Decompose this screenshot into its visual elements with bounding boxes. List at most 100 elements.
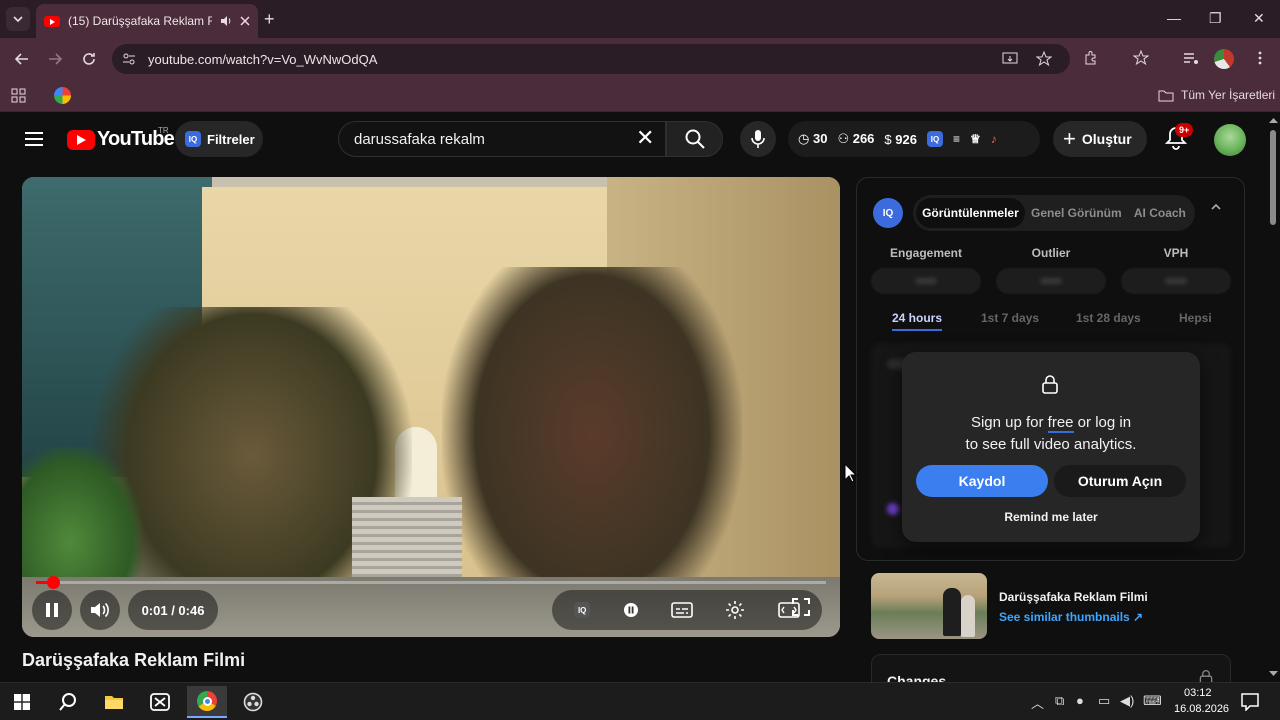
restore-button[interactable]: ❐ <box>1209 10 1222 27</box>
back-arrow-icon[interactable] <box>14 51 30 67</box>
alert-bell-icon[interactable]: ♪ <box>991 132 997 146</box>
site-info-icon[interactable] <box>122 52 136 66</box>
chevron-up-icon[interactable] <box>1211 203 1221 211</box>
panel-tabs: Görüntülenmeler Genel Görünüm AI Coach <box>913 195 1195 231</box>
vidiq-stats-bar[interactable]: ◷ 30 ⚇ 266 $ 926 IQ ≡ ♕ ♪ <box>788 121 1040 157</box>
keyboard-icon[interactable]: ⌨ <box>1143 693 1162 709</box>
tray-mic-icon[interactable]: ● <box>1076 693 1084 708</box>
more-menu-icon[interactable] <box>1252 50 1268 66</box>
volume-tray-icon[interactable]: ◀) <box>1120 693 1134 709</box>
youtube-logo-icon[interactable] <box>67 130 95 150</box>
volume-button[interactable] <box>80 590 120 630</box>
pause-icon <box>46 603 58 617</box>
subtitles-icon[interactable] <box>671 602 693 618</box>
reload-icon[interactable] <box>81 51 97 67</box>
obs-app-button[interactable] <box>233 686 273 718</box>
login-button[interactable]: Oturum Açın <box>1054 465 1186 497</box>
clear-search-icon[interactable]: ✕ <box>636 126 654 150</box>
install-app-icon[interactable] <box>1002 51 1018 67</box>
forward-arrow-icon[interactable] <box>47 51 63 67</box>
google-bookmark-icon[interactable] <box>54 87 71 104</box>
tab-ai-coach[interactable]: AI Coach <box>1128 206 1192 220</box>
signup-button[interactable]: Kaydol <box>916 465 1048 497</box>
thumbnail-title: Darüşşafaka Reklam Filmi <box>999 590 1148 604</box>
account-avatar[interactable] <box>1214 124 1246 156</box>
region-code: TR <box>158 126 169 135</box>
search-query: darussafaka rekalm <box>354 130 485 148</box>
notification-center-icon[interactable] <box>1241 693 1259 711</box>
time-display: 0:01 / 0:46 <box>128 590 218 630</box>
minimize-button[interactable]: — <box>1167 10 1181 26</box>
time-tab-all[interactable]: Hepsi <box>1179 311 1212 325</box>
tray-app-icon[interactable]: ⧉ <box>1055 693 1064 709</box>
vidiq-icon[interactable]: IQ <box>926 131 943 147</box>
taskbar-search-button[interactable] <box>48 686 88 718</box>
all-bookmarks-link[interactable]: Tüm Yer İşaretleri <box>1181 88 1275 102</box>
extensions-icon[interactable] <box>1083 50 1099 66</box>
tab-close-icon[interactable] <box>240 16 250 26</box>
autoplay-toggle-icon[interactable] <box>623 602 639 618</box>
media-queue-icon[interactable] <box>1183 50 1199 66</box>
voice-search-button[interactable] <box>740 121 776 157</box>
time-tab-24h[interactable]: 24 hours <box>892 311 943 331</box>
favorites-icon[interactable] <box>1133 50 1149 66</box>
tab-overview[interactable]: Genel Görünüm <box>1025 206 1128 220</box>
bookmark-star-icon[interactable] <box>1036 51 1052 67</box>
fullscreen-icon[interactable] <box>792 598 810 616</box>
search-button[interactable] <box>666 121 723 157</box>
clock-time[interactable]: 03:12 <box>1184 687 1212 699</box>
video-thumbnail[interactable] <box>871 573 987 639</box>
lock-icon <box>1042 375 1058 394</box>
address-bar[interactable]: youtube.com/watch?v=Vo_WvNwOdQA <box>112 44 1070 74</box>
vidiq-icon: IQ <box>185 131 201 147</box>
time-tab-7d[interactable]: 1st 7 days <box>981 311 1039 325</box>
metric-engagement-label: Engagement <box>889 246 962 260</box>
tab-title: (15) Darüşşafaka Reklam Fil <box>68 14 212 28</box>
settings-gear-icon[interactable] <box>725 600 745 620</box>
remind-later-link[interactable]: Remind me later <box>902 510 1200 524</box>
window-close-button[interactable]: ✕ <box>1253 10 1265 27</box>
subscribers-stat: ⚇ 266 <box>837 131 875 146</box>
filters-label: Filtreler <box>207 131 255 147</box>
start-button[interactable] <box>2 686 42 718</box>
time-tab-28d[interactable]: 1st 28 days <box>1076 311 1141 325</box>
youtube-favicon-icon <box>44 15 60 27</box>
new-tab-button[interactable]: + <box>264 9 275 30</box>
apps-grid-icon[interactable] <box>11 88 26 103</box>
thumbnail-card[interactable]: Darüşşafaka Reklam Filmi See similar thu… <box>871 573 1231 639</box>
youtube-header: YouTube TR IQ Filtreler darussafaka reka… <box>0 113 1268 167</box>
network-icon[interactable]: ▭ <box>1098 693 1110 709</box>
create-button[interactable]: + Oluştur <box>1053 121 1147 157</box>
metric-outlier-value <box>996 268 1106 294</box>
video-progress-bar[interactable] <box>36 576 826 589</box>
vidiq-logo-icon: IQ <box>873 198 903 228</box>
hamburger-menu-icon[interactable] <box>24 131 44 147</box>
filters-button[interactable]: IQ Filtreler <box>175 121 263 157</box>
file-explorer-button[interactable] <box>94 686 134 718</box>
clock-date[interactable]: 16.08.2026 <box>1174 703 1229 715</box>
list-icon[interactable]: ≡ <box>953 132 960 146</box>
scroll-down-arrow-icon[interactable] <box>1269 671 1278 677</box>
progress-scrubber-handle[interactable] <box>47 576 60 589</box>
vidiq-analytics-panel: IQ Görüntülenmeler Genel Görünüm AI Coac… <box>856 177 1245 561</box>
capcut-app-button[interactable] <box>140 686 180 718</box>
similar-thumbnails-link[interactable]: See similar thumbnails ↗ <box>999 610 1143 624</box>
active-tab[interactable]: (15) Darüşşafaka Reklam Fil <box>36 4 258 38</box>
metric-engagement-value <box>871 268 981 294</box>
vidiq-player-icon[interactable]: IQ <box>574 602 591 618</box>
chrome-app-button[interactable] <box>187 686 227 718</box>
scroll-up-arrow-icon[interactable] <box>1269 117 1278 123</box>
microphone-icon <box>751 130 765 148</box>
profile-avatar[interactable] <box>1214 49 1234 69</box>
trophy-icon[interactable]: ♕ <box>970 132 981 146</box>
video-player[interactable]: 0:01 / 0:46 IQ <box>22 177 840 637</box>
tray-expand-icon[interactable]: ︿ <box>1031 693 1044 712</box>
pause-button[interactable] <box>32 590 72 630</box>
search-input[interactable]: darussafaka rekalm <box>338 121 666 157</box>
speaker-icon[interactable] <box>220 15 232 27</box>
scrollbar-thumb[interactable] <box>1270 130 1276 225</box>
browser-toolbar: youtube.com/watch?v=Vo_WvNwOdQA <box>0 38 1280 80</box>
tab-views[interactable]: Görüntülenmeler <box>916 198 1025 228</box>
tab-search-button[interactable] <box>6 7 30 31</box>
url-text: youtube.com/watch?v=Vo_WvNwOdQA <box>148 51 378 67</box>
